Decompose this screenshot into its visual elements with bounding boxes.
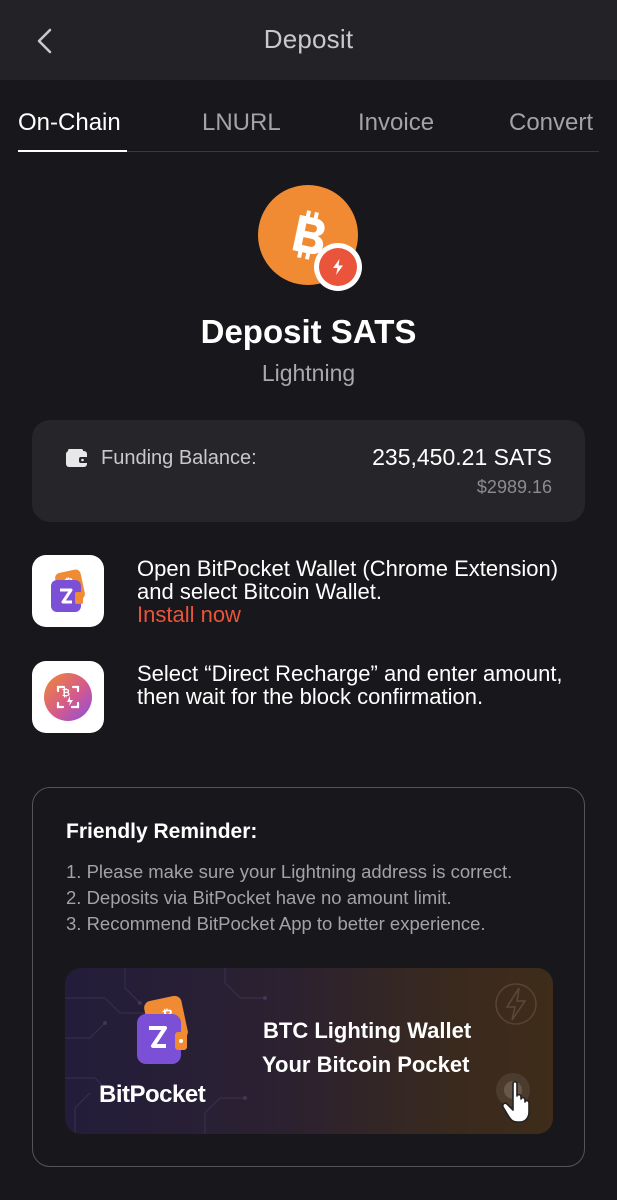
tab-invoice[interactable]: Invoice [358, 109, 434, 137]
direct-recharge-icon: ₿ [32, 661, 104, 733]
tab-on-chain[interactable]: On-Chain [18, 109, 121, 137]
deposit-title: Deposit SATS [200, 313, 417, 350]
balance-amount: 235,450.21 SATS [372, 444, 552, 470]
svg-text:₿: ₿ [62, 687, 70, 699]
network-subtitle: Lightning [261, 360, 356, 386]
reminder-item: 1. Please make sure your Lightning addre… [66, 861, 513, 882]
friendly-reminder-box: Friendly Reminder: 1. Please make sure y… [32, 787, 585, 1167]
wallet-icon [66, 449, 88, 467]
banner-headline: BTC Lighting Wallet [263, 1018, 472, 1043]
bitpocket-promo-banner[interactable]: ₿ BitPocket BTC Lighting Wallet Your Bit… [65, 968, 553, 1134]
step-1-instruction: Open BitPocket Wallet (Chrome Extension)… [137, 556, 559, 604]
lightning-watermark-icon [495, 983, 537, 1025]
hand-pointer-icon [496, 1073, 530, 1123]
deposit-tabs: On-Chain LNURL Invoice Convert [18, 100, 599, 152]
banner-tagline: Your Bitcoin Pocket [262, 1052, 470, 1077]
active-tab-indicator [18, 150, 127, 152]
reminder-title: Friendly Reminder: [66, 820, 258, 843]
tab-lnurl[interactable]: LNURL [202, 109, 281, 137]
reminder-list: 1. Please make sure your Lightning addre… [66, 859, 512, 937]
reminder-item: 2. Deposits via BitPocket have no amount… [66, 887, 452, 908]
bitpocket-wallet-icon: ₿ [32, 555, 104, 627]
step-2-text: Select “Direct Recharge” and enter amoun… [137, 661, 563, 709]
step-1-text: Open BitPocket Wallet (Chrome Extension)… [137, 557, 577, 626]
app-header: Deposit [0, 0, 617, 80]
bitpocket-brand: BitPocket [99, 1081, 206, 1108]
balance-label: Funding Balance: [101, 447, 257, 469]
page-title: Deposit [263, 24, 354, 54]
install-now-link[interactable]: Install now [137, 603, 577, 626]
tab-convert[interactable]: Convert [509, 109, 593, 137]
reminder-item: 3. Recommend BitPocket App to better exp… [66, 913, 486, 934]
lightning-badge-icon [314, 243, 362, 291]
bitpocket-logo-icon: ₿ [137, 995, 188, 1064]
deposit-screen: Deposit On-Chain LNURL Invoice Convert D… [0, 0, 617, 1200]
balance-usd-value: $2989.16 [476, 477, 552, 497]
funding-balance-card: Funding Balance: 235,450.21 SATS $2989.1… [32, 420, 585, 522]
